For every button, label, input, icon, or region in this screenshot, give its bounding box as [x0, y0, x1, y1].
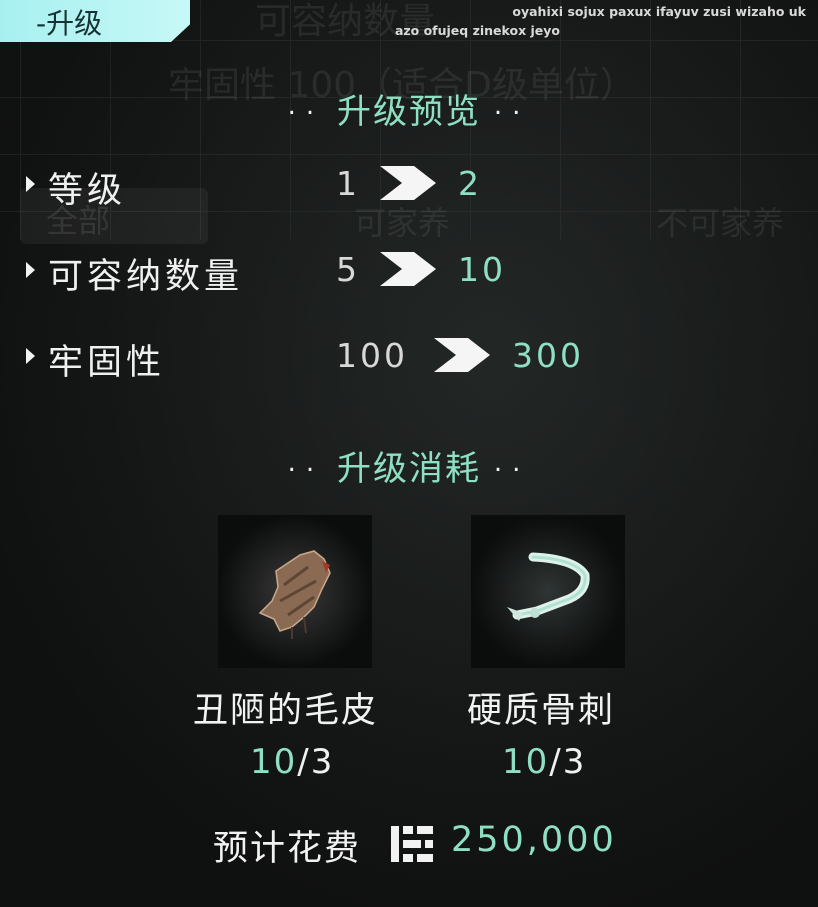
currency-icon — [391, 826, 433, 862]
upgrade-tab[interactable]: -升级 — [0, 0, 190, 42]
upgrade-tab-label: -升级 — [36, 7, 103, 40]
stat-from-value: 100 — [336, 336, 408, 375]
heading-dots-right: ·· — [493, 98, 531, 129]
material-name: 丑陋的毛皮 — [193, 691, 379, 731]
upgrade-arrow-icon — [434, 338, 490, 372]
bullet-triangle-icon — [26, 348, 35, 364]
heading-dots-right: ·· — [493, 455, 531, 486]
stat-to-value: 2 — [458, 164, 482, 203]
heading-dots-left: ·· — [287, 98, 325, 129]
stat-from-value: 5 — [336, 250, 360, 289]
material-required: /3 — [297, 742, 335, 782]
hard-bone-spur-icon — [471, 515, 625, 668]
material-name: 硬质骨刺 — [467, 691, 616, 731]
estimated-cost-value: 250,000 — [451, 820, 617, 860]
corner-text-line2: azo ofujeq zinekox jeyo — [394, 23, 560, 38]
upgrade-preview-heading: ·· 升级预览 ·· — [0, 84, 818, 133]
material-owned: 10 — [502, 742, 550, 782]
estimated-cost-label: 预计花费 — [213, 829, 362, 869]
stat-label: 等级 — [48, 171, 127, 211]
stat-row-level: 等级 1 2 — [26, 160, 646, 211]
material-count: 10/3 — [502, 742, 586, 782]
stat-to-value: 300 — [512, 336, 584, 375]
material-count: 10/3 — [250, 742, 334, 782]
corner-text-line1: oyahixi sojux paxux ifayuv zusi wizaho u… — [512, 4, 806, 19]
stat-row-durability: 牢固性 100 300 — [26, 332, 646, 383]
heading-dots-left: ·· — [287, 455, 325, 486]
ugly-fur-icon — [218, 515, 372, 668]
material-card-hard-bone-spur[interactable] — [471, 515, 625, 668]
stat-from-value: 1 — [336, 164, 360, 203]
background-filter-non-domestic: 不可家养 — [656, 204, 785, 242]
material-card-ugly-fur[interactable] — [218, 515, 372, 668]
stat-to-value: 10 — [458, 250, 506, 289]
upgrade-arrow-icon — [380, 166, 436, 200]
stat-row-capacity: 可容纳数量 5 10 — [26, 246, 646, 297]
upgrade-arrow-icon — [380, 252, 436, 286]
stat-label: 牢固性 — [48, 343, 166, 383]
upgrade-cost-title: 升级消耗 — [337, 449, 481, 489]
material-required: /3 — [549, 742, 587, 782]
bullet-triangle-icon — [26, 262, 35, 278]
upgrade-preview-title: 升级预览 — [337, 92, 481, 132]
material-owned: 10 — [250, 742, 298, 782]
bullet-triangle-icon — [26, 176, 35, 192]
stat-label: 可容纳数量 — [48, 257, 244, 297]
upgrade-cost-heading: ·· 升级消耗 ·· — [0, 441, 818, 490]
